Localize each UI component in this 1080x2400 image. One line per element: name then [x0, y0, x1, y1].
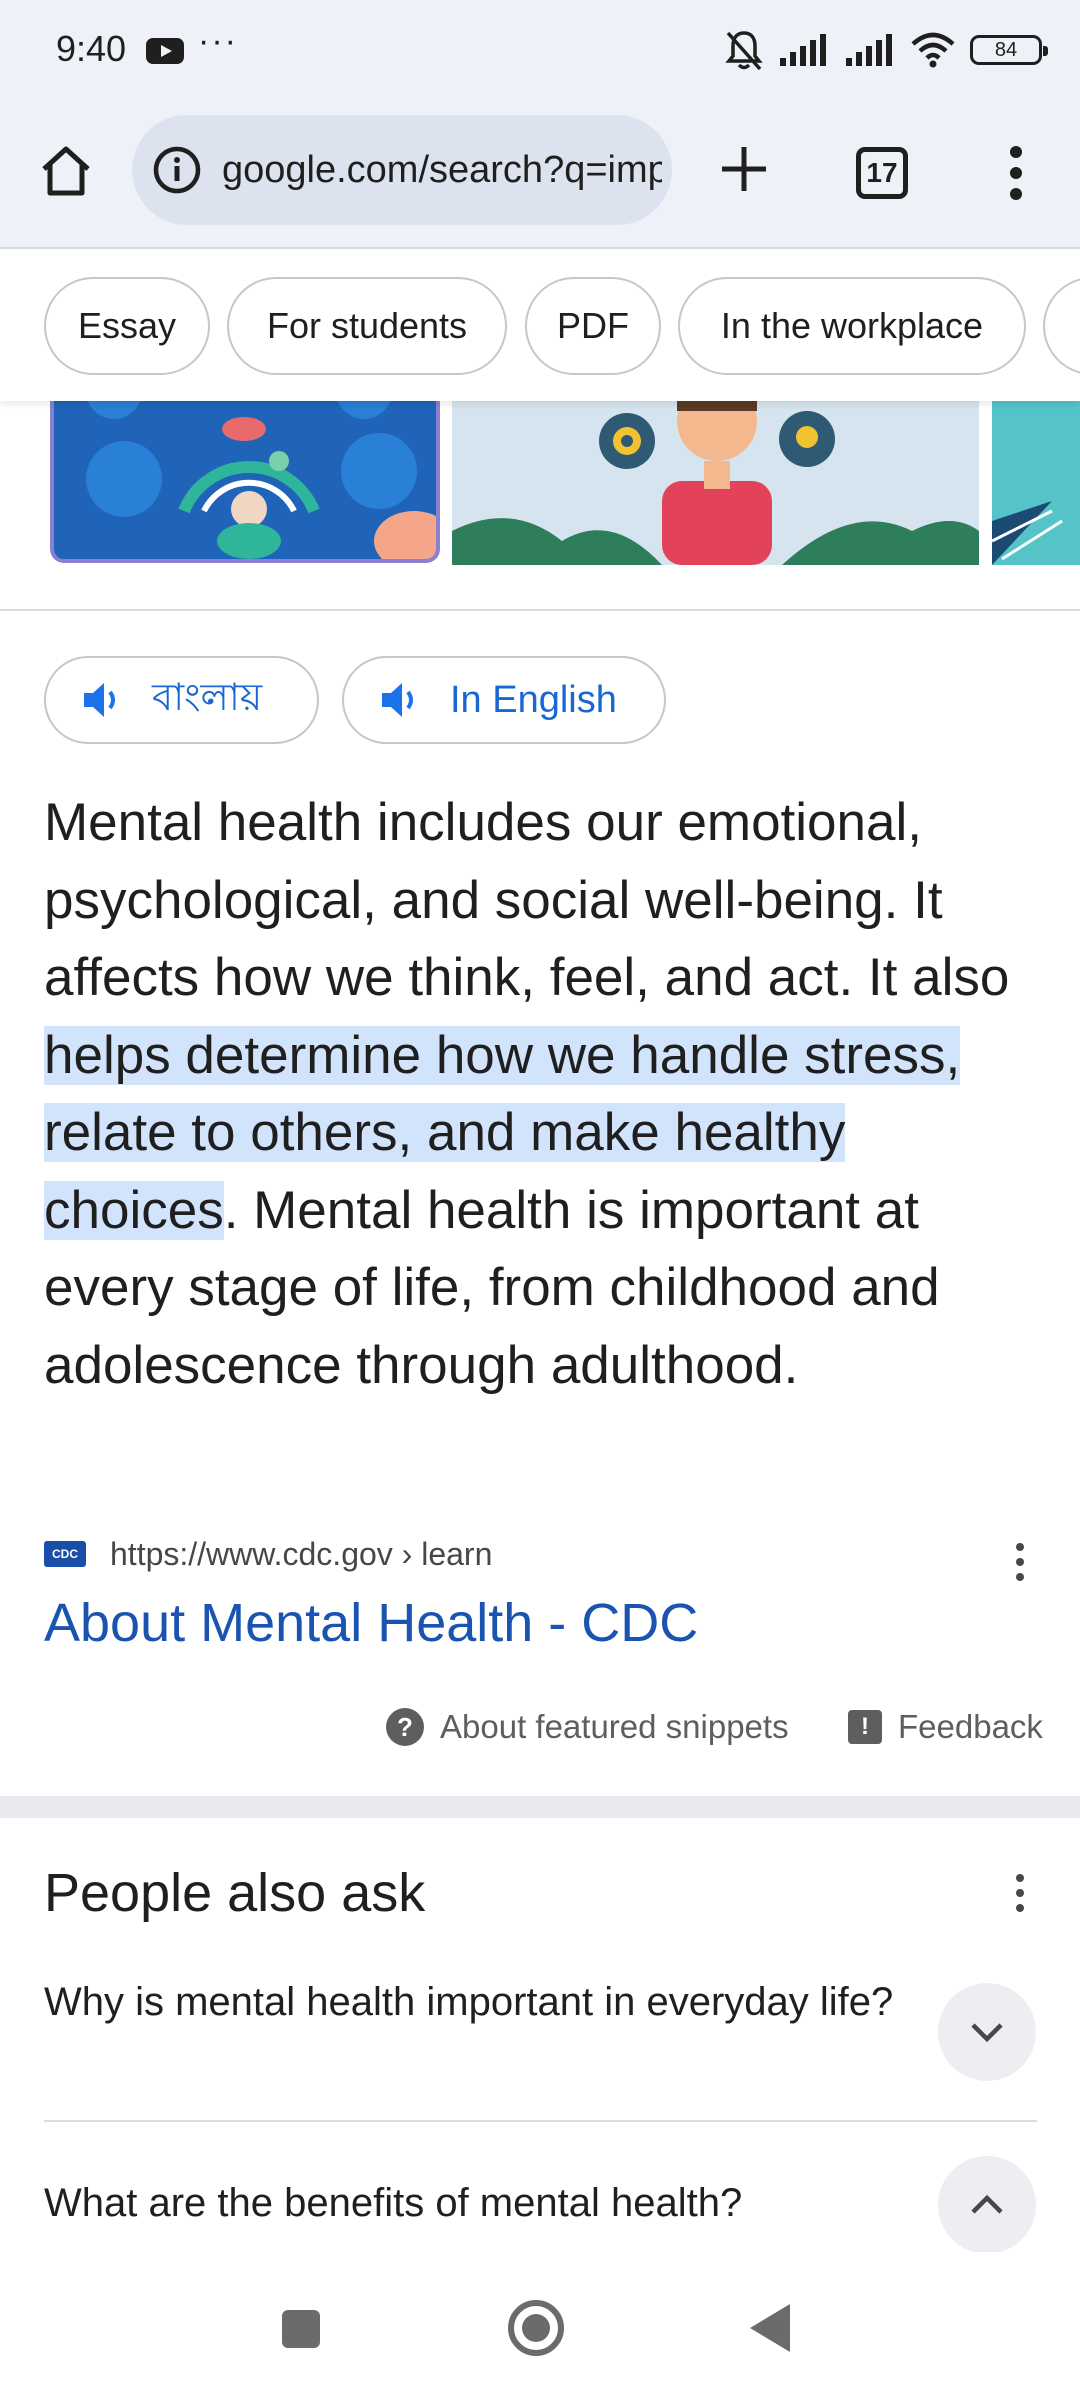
menu-dot: [1016, 1889, 1024, 1897]
status-icons: 84: [724, 28, 1048, 72]
source-row[interactable]: CDC https://www.cdc.gov › learn: [44, 1532, 1044, 1576]
signal-icon: [846, 34, 892, 66]
system-home-button[interactable]: [508, 2300, 564, 2356]
menu-dot: [1010, 167, 1022, 179]
menu-dot: [1016, 1573, 1024, 1581]
mute-bell-icon: [725, 31, 763, 71]
youtube-notification-icon: [146, 38, 184, 64]
result-image[interactable]: [992, 401, 1080, 565]
wifi-icon: [911, 32, 955, 68]
people-also-ask-options-button[interactable]: [1000, 1866, 1040, 1920]
people-also-ask-title: People also ask: [44, 1863, 426, 1923]
about-snippets-label: About featured snippets: [440, 1708, 789, 1745]
menu-dot: [1016, 1558, 1024, 1566]
plus-icon: [722, 147, 766, 191]
help-icon: ?: [386, 1708, 424, 1746]
chip-for-students[interactable]: For students: [227, 277, 507, 375]
signal-icon: [780, 34, 826, 66]
browser-toolbar: google.com/search?q=imp 17: [0, 105, 1080, 249]
listen-english-button[interactable]: In English: [342, 656, 666, 744]
result-image[interactable]: [50, 401, 440, 563]
collapse-button[interactable]: [938, 2156, 1036, 2254]
browser-menu-button[interactable]: [986, 135, 1046, 211]
source-url[interactable]: https://www.cdc.gov › learn: [110, 1536, 492, 1573]
site-info-icon[interactable]: [152, 145, 202, 195]
chip-pdf[interactable]: PDF: [525, 277, 661, 375]
image-carousel: [0, 401, 1080, 565]
menu-dot: [1016, 1543, 1024, 1551]
chip-in-the-workplace[interactable]: In the workplace: [678, 277, 1026, 375]
feedback-label: Feedback: [898, 1708, 1043, 1745]
url-text[interactable]: google.com/search?q=imp: [222, 149, 662, 192]
divider: [0, 609, 1080, 611]
feedback-link[interactable]: ! Feedback: [848, 1700, 1043, 1754]
result-image[interactable]: [452, 401, 979, 565]
chevron-up-icon: [971, 2194, 1003, 2214]
recents-button[interactable]: [282, 2310, 320, 2348]
chip-essay[interactable]: Essay: [44, 277, 210, 375]
menu-dot: [1016, 1904, 1024, 1912]
menu-dot: [1010, 188, 1022, 200]
paa-question[interactable]: Why is mental health important in everyd…: [44, 1975, 924, 2030]
filter-chips: Essay For students PDF In the workplace: [0, 251, 1080, 401]
tab-count: 17: [856, 147, 908, 199]
more-notifications-icon: ···: [198, 22, 238, 60]
cdc-logo: CDC: [44, 1541, 86, 1567]
home-dot: [522, 2314, 550, 2342]
listen-bengali-button[interactable]: বাংলায়: [44, 656, 319, 744]
about-featured-snippets-link[interactable]: ? About featured snippets: [386, 1700, 789, 1754]
status-bar: 9:40 ··· 84: [0, 0, 1080, 105]
result-title-link[interactable]: About Mental Health - CDC: [44, 1592, 698, 1654]
featured-snippet-text: Mental health includes our emotional, ps…: [44, 784, 1044, 1404]
tab-switcher-button[interactable]: 17: [844, 135, 920, 211]
paa-question[interactable]: What are the benefits of mental health?: [44, 2176, 924, 2231]
back-button[interactable]: [750, 2304, 790, 2352]
home-button[interactable]: [30, 135, 102, 207]
battery-icon: 84: [970, 35, 1048, 65]
address-bar[interactable]: google.com/search?q=imp: [132, 115, 672, 225]
chip-more[interactable]: [1043, 277, 1080, 375]
system-nav-bar: [0, 2252, 1080, 2400]
section-separator: [0, 1796, 1080, 1818]
listen-english-label: In English: [450, 678, 617, 721]
snippet-text: Mental health includes our emotional, ps…: [44, 793, 1010, 1007]
feedback-icon: !: [848, 1710, 882, 1744]
new-tab-button[interactable]: [706, 131, 782, 207]
expand-button[interactable]: [938, 1983, 1036, 2081]
status-time: 9:40: [56, 28, 127, 69]
result-options-button[interactable]: [1000, 1535, 1040, 1589]
divider: [44, 2120, 1037, 2122]
home-icon: [42, 146, 90, 196]
menu-dot: [1010, 146, 1022, 158]
speaker-icon: [84, 683, 115, 717]
chevron-down-icon: [971, 2023, 1003, 2043]
menu-dot: [1016, 1874, 1024, 1882]
listen-bengali-label: বাংলায়: [152, 677, 263, 719]
speaker-icon: [382, 683, 413, 717]
